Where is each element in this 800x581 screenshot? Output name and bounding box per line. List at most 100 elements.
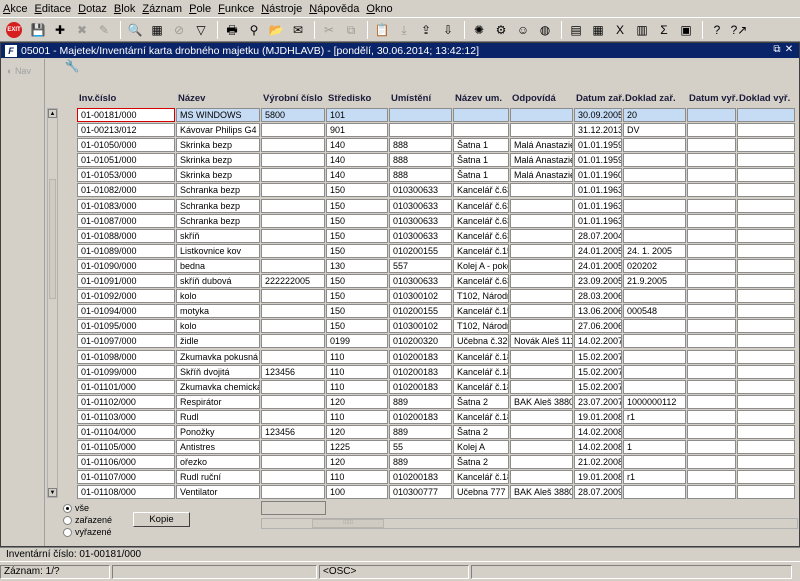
cell-3[interactable]: 150: [326, 183, 388, 198]
cell-1[interactable]: Skrinka bezp: [176, 168, 260, 183]
calendar-icon[interactable]: ▤: [566, 20, 586, 40]
cell-9[interactable]: [687, 258, 736, 273]
settings-icon[interactable]: ✺: [469, 20, 489, 40]
grid-icon[interactable]: ▦: [588, 20, 608, 40]
cell-8[interactable]: 1: [623, 440, 686, 455]
radio-dot-icon[interactable]: [63, 515, 72, 525]
cell-0[interactable]: 01-00213/012: [77, 123, 175, 138]
cell-8[interactable]: [623, 138, 686, 153]
cell-7[interactable]: 24.01.2005: [574, 243, 622, 258]
table-row[interactable]: 01-01098/000 Zkumavka pokusná 110 010200183…: [77, 349, 796, 365]
cell-1[interactable]: Schranka bezp: [176, 198, 260, 213]
cell-10[interactable]: [737, 243, 795, 258]
cell-3[interactable]: 120: [326, 394, 388, 409]
cell-3[interactable]: 110: [326, 379, 388, 394]
cell-5[interactable]: Šatna 1: [453, 138, 509, 153]
cell-8[interactable]: [623, 485, 686, 500]
attachment-icon[interactable]: ⚲: [244, 20, 264, 40]
table-row[interactable]: 01-01051/000 Skrinka bezp 140 888 Šatna 1 Mal…: [77, 153, 796, 168]
table-row[interactable]: 01-01095/000 kolo 150 010300102 T102, Národn…: [77, 319, 796, 334]
cell-6[interactable]: Novák Aleš 111: [510, 334, 573, 349]
download-icon[interactable]: ⇩: [438, 20, 458, 40]
table-row[interactable]: 01-00181/000 MS WINDOWS 5800 101 30.09.2005 2…: [77, 108, 796, 123]
cell-5[interactable]: [453, 108, 509, 122]
table-row[interactable]: 01-01094/000 motyka 150 010200155 Kancelář č…: [77, 304, 796, 319]
cell-7[interactable]: 30.09.2005: [574, 108, 622, 122]
table-row[interactable]: 01-01108/000 Ventilator 100 010300777 Učebna…: [77, 485, 796, 500]
cell-7[interactable]: 24.01.2005: [574, 258, 622, 273]
cell-0[interactable]: 01-01097/000: [77, 334, 175, 349]
cell-7[interactable]: 23.09.2005: [574, 274, 622, 289]
cell-8[interactable]: [623, 455, 686, 470]
cell-0[interactable]: 01-01094/000: [77, 304, 175, 319]
cell-1[interactable]: Skříň dvojitá: [176, 364, 260, 379]
cell-3[interactable]: 150: [326, 213, 388, 228]
cell-4[interactable]: 010200183: [389, 470, 452, 485]
cell-7[interactable]: 14.02.2008: [574, 424, 622, 439]
cell-9[interactable]: [687, 440, 736, 455]
cell-5[interactable]: Šatna 2: [453, 455, 509, 470]
cell-8[interactable]: r1: [623, 409, 686, 424]
cell-3[interactable]: 150: [326, 274, 388, 289]
cell-4[interactable]: [389, 108, 452, 122]
cell-3[interactable]: 120: [326, 455, 388, 470]
cell-2[interactable]: [261, 349, 325, 364]
cell-5[interactable]: Učebna č.320: [453, 334, 509, 349]
cell-7[interactable]: 28.07.2004: [574, 228, 622, 243]
cell-7[interactable]: 19.01.2008: [574, 409, 622, 424]
table-row[interactable]: 01-01101/000 Zkumavka chemická 110 01020018…: [77, 379, 796, 395]
cell-6[interactable]: [510, 198, 573, 213]
mail-icon[interactable]: ✉: [288, 20, 308, 40]
cell-5[interactable]: Kancelář č.18: [453, 349, 509, 364]
cell-5[interactable]: Kancelář č.18: [453, 364, 509, 379]
table-row[interactable]: 01-01099/000 Skříň dvojitá 123456 110 010200…: [77, 364, 796, 380]
cell-6[interactable]: [510, 289, 573, 304]
cell-1[interactable]: bedna: [176, 258, 260, 273]
cell-8[interactable]: 24. 1. 2005: [623, 243, 686, 258]
cell-5[interactable]: Kancelář č.63: [453, 183, 509, 198]
cell-0[interactable]: 01-01053/000: [77, 168, 175, 183]
cell-8[interactable]: [623, 183, 686, 198]
cell-4[interactable]: 010200183: [389, 364, 452, 379]
cell-9[interactable]: [687, 349, 736, 364]
cell-3[interactable]: 140: [326, 138, 388, 153]
copy-button[interactable]: Kopie: [133, 512, 190, 527]
table-row[interactable]: 01-00213/012 Kávovar Philips G4 901 31.12.2…: [77, 123, 796, 138]
cell-3[interactable]: 150: [326, 304, 388, 319]
cell-4[interactable]: 888: [389, 168, 452, 183]
cell-1[interactable]: Skrinka bezp: [176, 153, 260, 168]
cell-6[interactable]: [510, 409, 573, 424]
cell-4[interactable]: 010300633: [389, 274, 452, 289]
hscroll-thumb[interactable]: ⁞⁞⁞⁞⁞⁞: [312, 519, 384, 528]
cell-7[interactable]: 19.01.2008: [574, 470, 622, 485]
menu-item-7[interactable]: Nástroje: [261, 3, 302, 15]
cell-6[interactable]: Malá Anastazie: [510, 138, 573, 153]
cell-6[interactable]: [510, 228, 573, 243]
cell-6[interactable]: [510, 108, 573, 122]
cell-9[interactable]: [687, 243, 736, 258]
cell-6[interactable]: [510, 349, 573, 364]
cell-10[interactable]: [737, 183, 795, 198]
cell-5[interactable]: [453, 123, 509, 138]
cell-1[interactable]: Rudl ruční: [176, 470, 260, 485]
table-row[interactable]: 01-01106/000 ořezko 120 889 Šatna 2 21.02.200…: [77, 455, 796, 470]
cell-2[interactable]: 222222005: [261, 274, 325, 289]
cell-0[interactable]: 01-01098/000: [77, 349, 175, 364]
filter-radio-1[interactable]: zařazené: [63, 514, 112, 526]
cell-3[interactable]: 140: [326, 153, 388, 168]
cell-0[interactable]: 01-01092/000: [77, 289, 175, 304]
cell-6[interactable]: [510, 213, 573, 228]
cell-5[interactable]: Kancelář č.15: [453, 243, 509, 258]
cell-1[interactable]: Respirátor: [176, 394, 260, 409]
table-row[interactable]: 01-01090/000 bedna 130 557 Kolej A - poko 24.…: [77, 258, 796, 274]
table-row[interactable]: 01-01104/000 Ponožky 123456 120 889 Šatna 2 14…: [77, 424, 796, 440]
cell-4[interactable]: 010300777: [389, 485, 452, 500]
wrench-icon[interactable]: 🔧: [64, 58, 80, 74]
cell-9[interactable]: [687, 123, 736, 138]
cell-10[interactable]: [737, 394, 795, 409]
cell-4[interactable]: 010300633: [389, 228, 452, 243]
cell-0[interactable]: 01-01087/000: [77, 213, 175, 228]
cell-8[interactable]: [623, 168, 686, 183]
cell-9[interactable]: [687, 319, 736, 334]
menu-item-6[interactable]: Funkce: [218, 3, 254, 15]
